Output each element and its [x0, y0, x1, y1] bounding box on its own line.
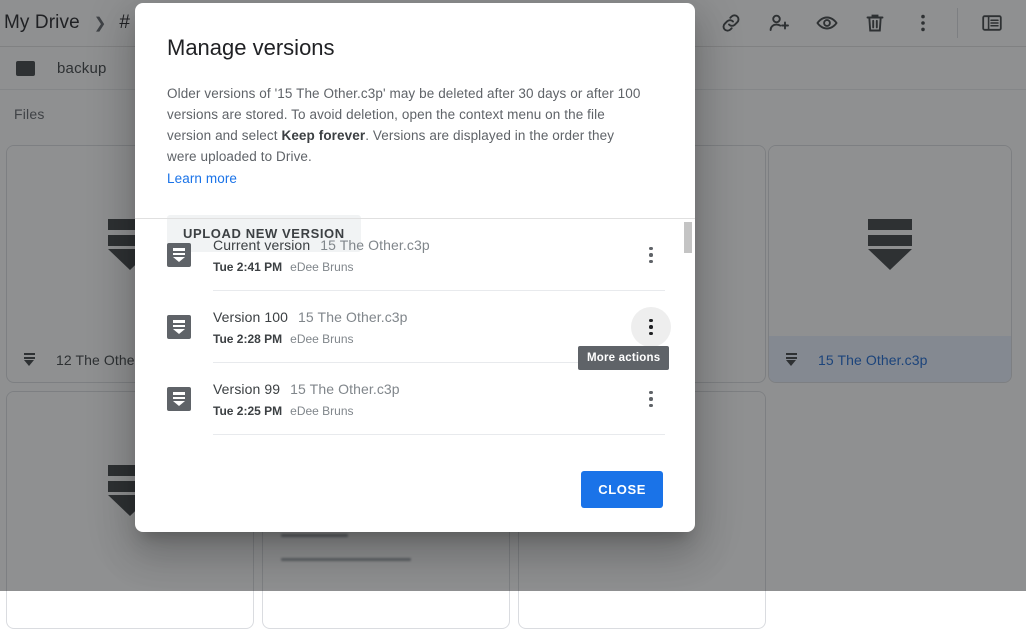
version-primary-line: Version 100 15 The Other.c3p	[213, 309, 631, 325]
versions-list[interactable]: Current version 15 The Other.c3p Tue 2:41…	[135, 219, 695, 446]
version-row[interactable]: Current version 15 The Other.c3p Tue 2:41…	[135, 219, 695, 291]
version-primary-line: Current version 15 The Other.c3p	[213, 237, 631, 253]
version-timestamp: Tue 2:41 PM	[213, 260, 282, 274]
version-details: Version 100 15 The Other.c3p Tue 2:28 PM e…	[213, 309, 631, 346]
version-label: Version 99	[213, 381, 280, 397]
dialog-actions: CLOSE	[135, 446, 695, 532]
version-row[interactable]: Version 99 15 The Other.c3p Tue 2:25 PM eD…	[135, 363, 695, 435]
version-filename: 15 The Other.c3p	[298, 309, 408, 325]
more-actions-tooltip: More actions	[578, 346, 669, 370]
version-more-actions-button[interactable]	[631, 379, 671, 419]
manage-versions-dialog: Manage versions Older versions of '15 Th…	[135, 3, 695, 532]
dialog-title: Manage versions	[135, 3, 695, 61]
dot	[649, 253, 653, 257]
version-secondary-line: Tue 2:28 PM eDee Bruns	[213, 332, 631, 346]
version-timestamp: Tue 2:25 PM	[213, 404, 282, 418]
version-author: eDee Bruns	[290, 332, 353, 346]
versions-scrollbar-thumb[interactable]	[684, 222, 692, 253]
c3p-version-file-icon	[167, 243, 191, 267]
version-details: Current version 15 The Other.c3p Tue 2:41…	[213, 237, 631, 274]
version-author: eDee Bruns	[290, 404, 353, 418]
learn-more-link[interactable]: Learn more	[167, 168, 237, 189]
version-details: Version 99 15 The Other.c3p Tue 2:25 PM eD…	[213, 381, 631, 418]
version-timestamp: Tue 2:28 PM	[213, 332, 282, 346]
version-secondary-line: Tue 2:41 PM eDee Bruns	[213, 260, 631, 274]
version-more-actions-button[interactable]	[631, 235, 671, 275]
version-divider	[213, 434, 665, 435]
dot	[649, 397, 653, 401]
versions-scrollbar-track[interactable]	[683, 219, 694, 446]
version-label: Version 100	[213, 309, 288, 325]
version-more-actions-button-hovered[interactable]	[631, 307, 671, 347]
close-button[interactable]: CLOSE	[581, 471, 663, 508]
dot	[649, 260, 653, 264]
version-filename: 15 The Other.c3p	[320, 237, 430, 253]
version-primary-line: Version 99 15 The Other.c3p	[213, 381, 631, 397]
dialog-description: Older versions of '15 The Other.c3p' may…	[167, 83, 643, 189]
dot	[649, 391, 653, 395]
version-secondary-line: Tue 2:25 PM eDee Bruns	[213, 404, 631, 418]
description-keep-forever: Keep forever	[281, 128, 365, 143]
version-filename: 15 The Other.c3p	[290, 381, 400, 397]
dot	[649, 325, 653, 329]
c3p-version-file-icon	[167, 387, 191, 411]
versions-list-container: Current version 15 The Other.c3p Tue 2:41…	[135, 218, 695, 446]
version-author: eDee Bruns	[290, 260, 353, 274]
version-label: Current version	[213, 237, 310, 253]
dot	[649, 332, 653, 336]
c3p-version-file-icon	[167, 315, 191, 339]
dot	[649, 247, 653, 251]
dot	[649, 404, 653, 408]
dot	[649, 319, 653, 323]
